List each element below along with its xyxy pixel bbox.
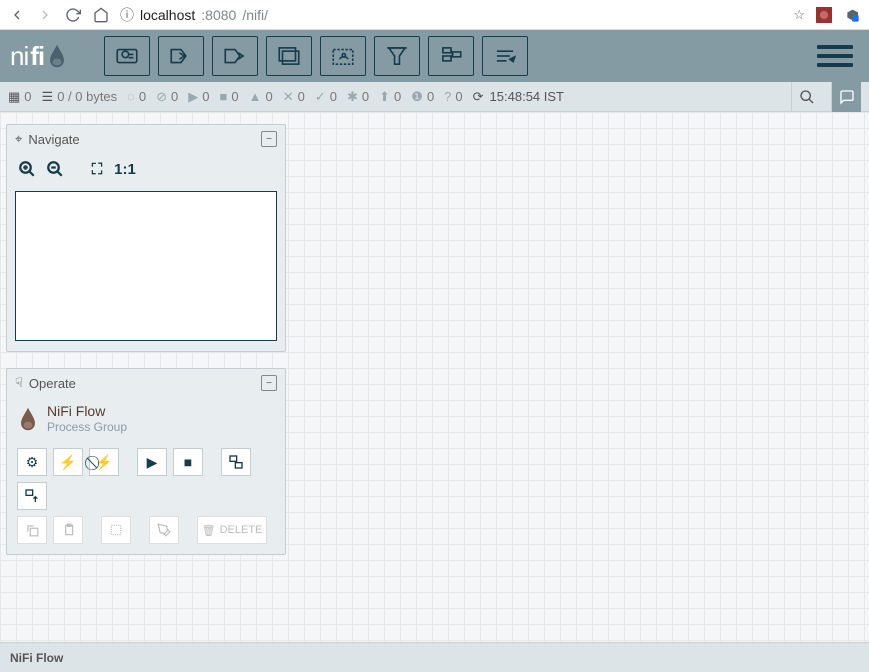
url-host: localhost (140, 7, 195, 23)
group-button (101, 516, 131, 544)
zoom-out-button[interactable] (43, 157, 67, 181)
stop-button[interactable]: ■ (173, 448, 203, 476)
collapse-navigate-button[interactable]: − (261, 131, 277, 147)
configure-button[interactable]: ⚙ (17, 448, 47, 476)
flow-canvas[interactable]: ⌖ Navigate − ⛶ 1:1 ☟ Operate − NiFi Flow… (0, 112, 869, 642)
upload-template-button[interactable] (17, 482, 47, 510)
status-active-threads: ▦0 (8, 89, 32, 105)
paste-button (53, 516, 83, 544)
zoom-actual-button[interactable]: 1:1 (113, 157, 137, 181)
add-output-port-button[interactable] (212, 36, 258, 76)
status-up-to-date: ✓0 (315, 89, 337, 105)
add-remote-process-group-button[interactable] (320, 36, 366, 76)
navigate-panel: ⌖ Navigate − ⛶ 1:1 (6, 124, 286, 352)
flow-name: NiFi Flow (47, 403, 127, 420)
search-button[interactable] (791, 82, 821, 112)
status-disabled: ✕0 (283, 89, 305, 105)
back-button[interactable] (8, 6, 26, 24)
zoom-in-button[interactable] (15, 157, 39, 181)
url-port: :8080 (201, 7, 236, 23)
nifi-header: nifi (0, 30, 869, 82)
status-bar: ▦0 ☰0 / 0 bytes ◌0 ⊘0 ▶0 ■0 ▲0 ✕0 ✓0 ✱0 … (0, 82, 869, 112)
add-process-group-button[interactable] (266, 36, 312, 76)
browser-toolbar: ⓘ localhost :8080/nifi/ ☆ (0, 0, 869, 30)
site-info-icon[interactable]: ⓘ (120, 5, 134, 25)
color-button (149, 516, 179, 544)
operate-title: Operate (29, 376, 255, 391)
global-menu-button[interactable] (817, 38, 853, 74)
disable-button[interactable]: ⚡⃠ (89, 448, 119, 476)
navigate-title: Navigate (28, 132, 255, 147)
status-running: ▶0 (188, 89, 209, 105)
reload-button[interactable] (64, 6, 82, 24)
status-stale: ⬆0 (379, 89, 401, 105)
start-button[interactable]: ▶ (137, 448, 167, 476)
compass-icon: ⌖ (15, 131, 22, 147)
status-queued: ☰0 / 0 bytes (42, 89, 118, 105)
status-locally-modified-stale: ❶0 (411, 89, 434, 105)
operate-panel: ☟ Operate − NiFi Flow Process Group ⚙ ⚡ … (6, 368, 286, 555)
nifi-logo: nifi (10, 41, 68, 72)
extension-icon-1[interactable] (815, 6, 833, 24)
breadcrumb-root[interactable]: NiFi Flow (10, 651, 63, 665)
copy-button (17, 516, 47, 544)
collapse-operate-button[interactable]: − (261, 375, 277, 391)
home-button[interactable] (92, 6, 110, 24)
breadcrumb[interactable]: NiFi Flow (0, 642, 869, 672)
add-input-port-button[interactable] (158, 36, 204, 76)
hand-icon: ☟ (15, 375, 23, 391)
add-label-button[interactable] (482, 36, 528, 76)
status-stopped: ■0 (220, 89, 239, 104)
forward-button[interactable] (36, 6, 54, 24)
url-path: /nifi/ (242, 7, 268, 23)
status-not-transmitting: ⊘0 (156, 89, 178, 105)
bookmark-icon[interactable]: ☆ (793, 7, 805, 23)
birdseye-view[interactable] (15, 191, 277, 341)
add-processor-button[interactable] (104, 36, 150, 76)
flow-type: Process Group (47, 420, 127, 434)
status-locally-modified: ✱0 (347, 89, 369, 105)
zoom-fit-button[interactable]: ⛶ (85, 157, 109, 181)
add-funnel-button[interactable] (374, 36, 420, 76)
drop-icon (17, 406, 39, 432)
status-sync-failure: ?0 (444, 89, 462, 104)
status-invalid: ▲0 (249, 89, 273, 104)
create-template-button[interactable] (221, 448, 251, 476)
delete-button: 🗑DELETE (197, 516, 267, 544)
status-transmitting: ◌0 (127, 89, 146, 104)
extension-icon-2[interactable] (843, 6, 861, 24)
add-template-button[interactable] (428, 36, 474, 76)
status-last-refresh: ⟳15:48:54 IST (473, 89, 564, 105)
bulletin-board-button[interactable] (831, 82, 861, 112)
enable-button[interactable]: ⚡ (53, 448, 83, 476)
address-bar[interactable]: ⓘ localhost :8080/nifi/ (120, 5, 783, 25)
